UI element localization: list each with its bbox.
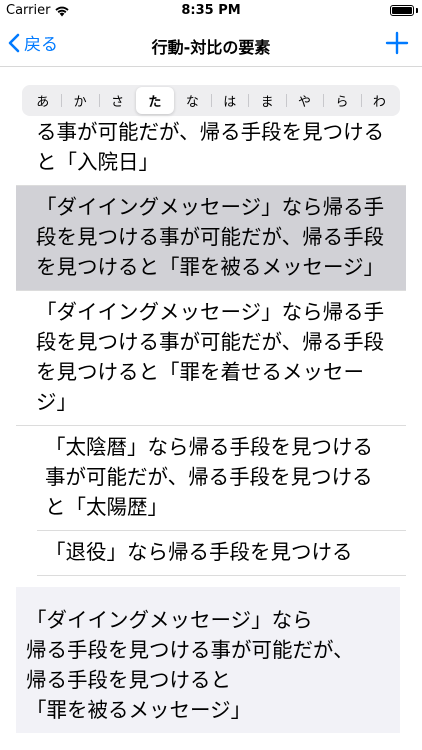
battery-fill [392,7,412,14]
bottom-safe-area [0,733,422,750]
list-item[interactable]: る事が可能だが、帰る手段を見つけると「入院日」 [16,119,406,186]
detail-line: 「罪を被るメッセージ」 [26,698,252,722]
index-segment-ya[interactable]: や [285,87,323,114]
index-segment-ta[interactable]: た [136,87,174,114]
index-segment-wa[interactable]: わ [360,87,398,114]
index-segment-ra[interactable]: ら [323,87,360,114]
battery-cap [416,8,418,13]
clock: 8:35 PM [181,3,241,18]
detail-line: 「ダイイングメッセージ」なら [26,608,313,632]
index-segment-a[interactable]: あ [24,87,61,114]
index-segment-ka[interactable]: か [61,87,98,114]
index-segment-ma[interactable]: ま [248,87,285,114]
battery-icon [390,5,414,16]
status-bar: Carrier 8:35 PM [0,0,422,22]
phrase-list-content: る事が可能だが、帰る手段を見つけると「入院日」 「ダイイングメッセージ」なら帰る… [0,119,422,576]
index-segment-na[interactable]: な [174,87,211,114]
app-screen: Carrier 8:35 PM 戻る 行動-対比の要素 あ か さ た な は … [0,0,422,750]
detail-line: 帰る手段を見つけると [26,668,231,692]
list-item-selected[interactable]: 「ダイイングメッセージ」なら帰る手段を見つける事が可能だが、帰る手段を見つけると… [16,186,406,291]
list-item[interactable]: 「退役」なら帰る手段を見つける [37,531,406,576]
index-segment-sa[interactable]: さ [98,87,136,114]
list-item[interactable]: 「太陰暦」なら帰る手段を見つける事が可能だが、帰る手段を見つけると「太陽歴」 [37,426,406,531]
list-item[interactable]: 「ダイイングメッセージ」なら帰る手段を見つける事が可能だが、帰る手段を見つけると… [16,291,406,426]
plus-icon[interactable] [384,30,410,56]
detail-line: 帰る手段を見つける事が可能だが、 [26,638,354,662]
kana-index-control: あ か さ た な は ま や ら わ [22,85,400,116]
index-segment-ha[interactable]: は [211,87,248,114]
navigation-bar: 戻る 行動-対比の要素 [0,22,422,67]
detail-panel: 「ダイイングメッセージ」なら 帰る手段を見つける事が可能だが、 帰る手段を見つけ… [16,587,400,733]
page-title: 行動-対比の要素 [151,38,271,57]
phrase-list[interactable]: る事が可能だが、帰る手段を見つけると「入院日」 「ダイイングメッセージ」なら帰る… [0,119,422,582]
